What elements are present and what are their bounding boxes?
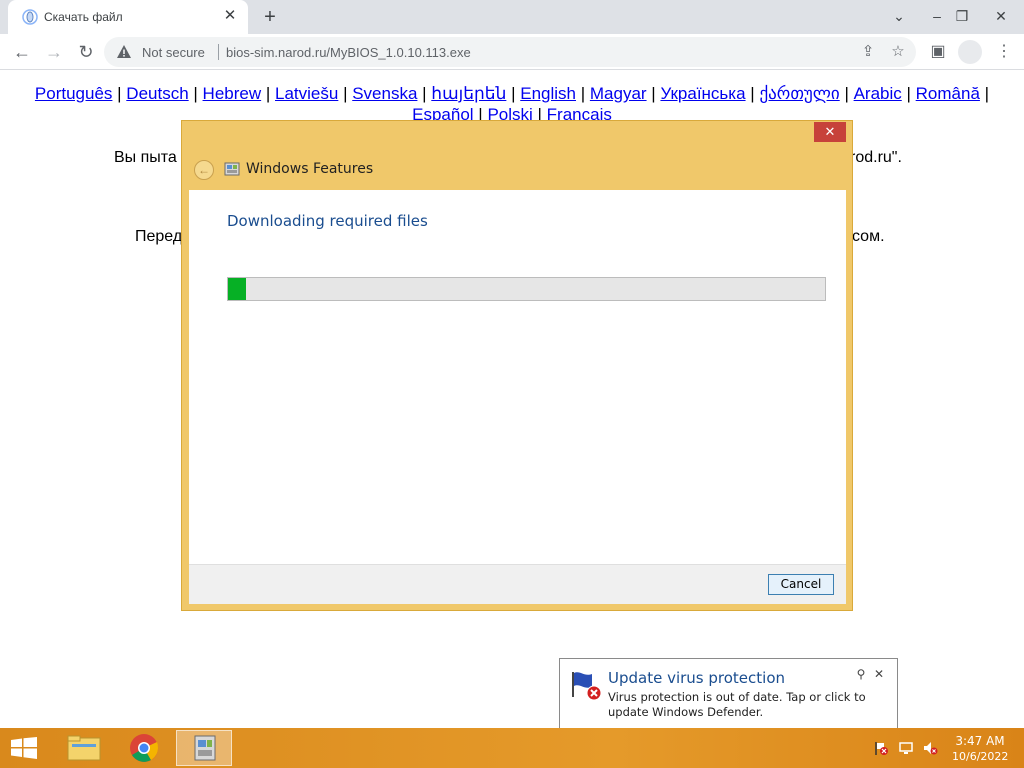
back-arrow-icon[interactable]: ←: [194, 160, 214, 180]
windows-features-icon: [224, 162, 240, 176]
taskbar-chrome[interactable]: [116, 730, 172, 766]
language-separator: |: [188, 84, 203, 103]
language-link[interactable]: Arabic: [854, 84, 902, 103]
taskbar-file-explorer[interactable]: [56, 730, 112, 766]
windows-features-taskbar-icon: [194, 735, 216, 761]
language-separator: |: [112, 84, 127, 103]
body-text-line1-end: rod.ru".: [850, 149, 902, 166]
language-separator: |: [506, 84, 521, 103]
bookmark-star-icon[interactable]: ☆: [888, 42, 908, 62]
notification-close-icon[interactable]: ✕: [872, 667, 886, 681]
side-panel-icon[interactable]: ▣: [926, 40, 950, 64]
language-link[interactable]: Hebrew: [203, 84, 262, 103]
dialog-heading: Downloading required files: [227, 212, 428, 230]
profile-avatar-icon[interactable]: [958, 40, 982, 64]
reload-icon[interactable]: ↻: [72, 38, 100, 66]
language-link[interactable]: Português: [35, 84, 113, 103]
language-link[interactable]: Latviešu: [275, 84, 338, 103]
network-icon[interactable]: [898, 740, 914, 756]
language-separator: |: [745, 84, 760, 103]
dialog-title: Windows Features: [246, 161, 374, 177]
url-text[interactable]: bios-sim.narod.ru/MyBIOS_1.0.10.113.exe: [226, 45, 471, 60]
chrome-icon: [130, 734, 159, 762]
language-separator: |: [979, 84, 990, 103]
windows-features-dialog: ✕ ← Windows Features Downloading require…: [181, 120, 853, 611]
language-link[interactable]: Magyar: [590, 84, 647, 103]
language-separator: |: [338, 84, 353, 103]
address-bar[interactable]: Not secure bios-sim.narod.ru/MyBIOS_1.0.…: [104, 37, 916, 67]
screen: Скачать файл ✕ + ⌄ – ❐ ✕ ← → ↻ Not secur…: [0, 0, 1024, 768]
browser-tabstrip: Скачать файл ✕ + ⌄ – ❐ ✕: [0, 0, 1024, 34]
action-center-flag-icon[interactable]: [873, 740, 889, 756]
body-text-line2-end: сом.: [852, 228, 885, 245]
tab-title: Скачать файл: [44, 10, 123, 24]
body-text-line2-start: Перед: [135, 228, 183, 245]
settings-wrench-icon[interactable]: ⚲: [854, 667, 868, 681]
share-icon[interactable]: ⇪: [858, 42, 878, 62]
defender-notification[interactable]: Update virus protection Virus protection…: [559, 658, 898, 730]
language-separator: |: [839, 84, 854, 103]
language-separator: |: [417, 84, 432, 103]
download-progress-bar: [227, 277, 826, 301]
language-separator: |: [901, 84, 916, 103]
defender-flag-icon: [572, 672, 602, 701]
progress-fill: [228, 278, 246, 300]
security-label[interactable]: Not secure: [142, 45, 205, 60]
loading-favicon-icon: [22, 9, 38, 25]
language-link[interactable]: Українська: [660, 84, 745, 103]
notification-title: Update virus protection: [608, 669, 786, 687]
language-link[interactable]: Română: [916, 84, 980, 103]
restore-icon[interactable]: ❐: [947, 4, 977, 28]
dialog-footer: Cancel: [189, 564, 846, 604]
file-explorer-icon: [67, 735, 101, 761]
clock-date[interactable]: 10/6/2022: [952, 750, 1008, 763]
body-text-line1-start: Вы пыта: [114, 149, 177, 166]
language-link[interactable]: Svenska: [352, 84, 417, 103]
clock-time[interactable]: 3:47 AM: [952, 734, 1008, 748]
windows-start-icon[interactable]: [10, 737, 38, 759]
browser-tab[interactable]: Скачать файл ✕: [8, 0, 248, 34]
omnibox-divider: [218, 44, 219, 60]
browser-toolbar: ← → ↻ Not secure bios-sim.narod.ru/MyBIO…: [0, 34, 1024, 70]
dialog-close-icon[interactable]: ✕: [814, 122, 846, 142]
warning-icon[interactable]: [116, 44, 132, 60]
language-separator: |: [261, 84, 276, 103]
notification-message: Virus protection is out of date. Tap or …: [608, 690, 866, 719]
language-links: Português | Deutsch | Hebrew | Latviešu …: [20, 83, 1004, 125]
new-tab-icon[interactable]: +: [258, 5, 282, 29]
volume-muted-icon[interactable]: [922, 740, 938, 756]
forward-icon[interactable]: →: [40, 38, 68, 66]
language-link[interactable]: ქართული: [759, 84, 839, 103]
language-link[interactable]: հայերեն: [431, 84, 506, 103]
language-link[interactable]: English: [520, 84, 576, 103]
language-link[interactable]: Deutsch: [126, 84, 188, 103]
menu-kebab-icon[interactable]: ⋮: [992, 40, 1016, 64]
close-window-icon[interactable]: ✕: [986, 4, 1016, 28]
language-separator: |: [576, 84, 590, 103]
tab-close-icon[interactable]: ✕: [220, 6, 240, 26]
language-separator: |: [646, 84, 661, 103]
taskbar: 3:47 AM 10/6/2022: [0, 728, 1024, 768]
cancel-button[interactable]: Cancel: [768, 574, 834, 595]
taskbar-windows-features[interactable]: [176, 730, 232, 766]
tab-search-icon[interactable]: ⌄: [884, 4, 914, 28]
dialog-body: Downloading required files: [189, 190, 846, 564]
back-icon[interactable]: ←: [8, 38, 36, 66]
